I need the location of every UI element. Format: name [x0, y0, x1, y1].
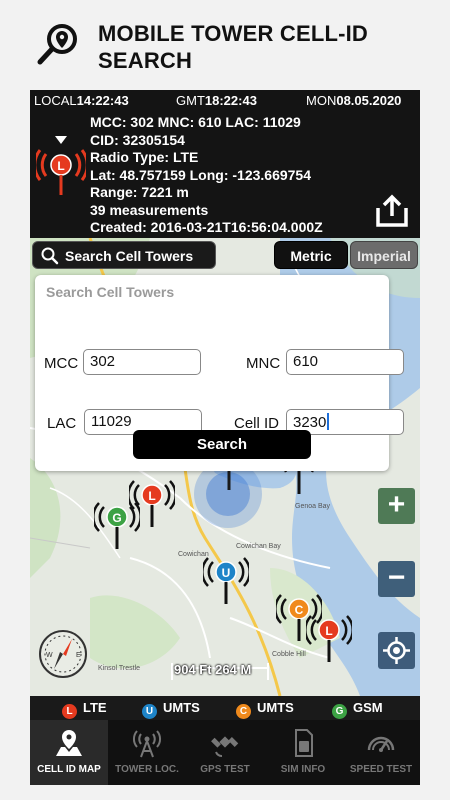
mnc-field[interactable]: 610 — [286, 349, 404, 375]
zoom-in-button[interactable]: + — [378, 488, 415, 524]
mnc-label: MNC — [246, 355, 281, 372]
range: Range: 7221 m — [90, 184, 189, 200]
gmt-time: GMT18:22:43 — [176, 93, 257, 108]
satellite-icon — [211, 736, 239, 757]
legend-item-umts-c: C UMTS — [236, 700, 294, 719]
created: Created: 2016-03-21T16:56:04.000Z — [90, 219, 323, 235]
bottom-tab-bar: CELL ID MAP TOWER LOC. GPS TEST SIM INFO… — [30, 720, 420, 785]
cid: CID: 32305154 — [90, 131, 185, 148]
speedometer-icon — [367, 736, 395, 752]
svg-text:C: C — [295, 603, 304, 617]
svg-text:L: L — [325, 624, 332, 638]
cellid-value: 3230 — [293, 414, 327, 431]
svg-text:W: W — [46, 652, 53, 659]
map-pin-icon — [56, 730, 82, 756]
page-title: MOBILE TOWER CELL-ID SEARCH — [98, 20, 368, 74]
search-form-card: Search Cell Towers MCC 302 MNC 610 LAC 1… — [35, 275, 404, 471]
crosshair-icon — [383, 637, 410, 664]
legend-label-umts-c: UMTS — [257, 700, 294, 715]
mcc-label: MCC — [44, 355, 79, 372]
locate-button[interactable] — [378, 632, 415, 669]
tab-gps-test[interactable]: GPS TEST — [186, 720, 264, 785]
tab-tower-loc[interactable]: TOWER LOC. — [108, 720, 186, 785]
radio-type: Radio Type: LTE — [90, 149, 199, 165]
tower-legend: L LTE U UMTS C UMTS G GSM — [30, 696, 420, 720]
page-header: MOBILE TOWER CELL-ID SEARCH — [0, 0, 450, 90]
metric-toggle[interactable]: Metric — [274, 241, 348, 269]
search-submit-button[interactable]: Search — [133, 430, 311, 459]
text-caret — [327, 413, 330, 430]
lac-label: LAC — [47, 415, 77, 432]
tab-label-cell-id-map: CELL ID MAP — [37, 764, 101, 775]
scale-label: 904 Ft 264 M — [174, 662, 252, 677]
umts-u-badge-icon: U — [142, 704, 157, 719]
search-icon — [41, 247, 59, 265]
place-label-kinsol: Kinsol Trestle — [98, 665, 140, 672]
place-label-cobble-hill: Cobble Hill — [272, 651, 306, 658]
search-cell-towers-button[interactable]: Search Cell Towers — [32, 241, 216, 269]
legend-item-lte: L LTE — [62, 700, 107, 719]
date: MON08.05.2020 — [306, 93, 402, 108]
sim-card-icon — [295, 729, 313, 757]
search-form-heading: Search Cell Towers — [46, 284, 175, 300]
tab-cell-id-map[interactable]: CELL ID MAP — [30, 720, 108, 785]
zoom-out-button[interactable]: − — [378, 561, 415, 597]
tower-marker-lte-2[interactable]: L — [306, 608, 352, 664]
tower-icon — [133, 730, 161, 758]
svg-text:U: U — [222, 566, 231, 580]
tab-label-sim-info: SIM INFO — [280, 764, 326, 775]
cell-info-text: MCC: 302 MNC: 610 LAC: 11029 CID: 323051… — [90, 114, 323, 237]
tower-marker-lte-1[interactable]: L — [129, 473, 175, 529]
svg-text:E: E — [76, 652, 81, 659]
map-view[interactable]: Genoa Bay Cowichan Cowichan Bay Cobble H… — [30, 238, 420, 696]
compass-icon[interactable]: W E — [38, 629, 88, 679]
tab-label-tower-loc: TOWER LOC. — [115, 764, 179, 775]
location-search-icon — [37, 24, 77, 65]
tower-marker-umts-u[interactable]: U — [203, 550, 249, 606]
legend-label-umts-u: UMTS — [163, 700, 200, 715]
phone-screen: LOCAL14:22:43 GMT18:22:43 MON08.05.2020 … — [30, 90, 420, 785]
tab-speed-test[interactable]: SPEED TEST — [342, 720, 420, 785]
lte-badge-icon: L — [62, 704, 77, 719]
legend-item-gsm: G GSM — [332, 700, 383, 719]
page-title-line1: MOBILE TOWER CELL-ID — [98, 21, 369, 46]
svg-text:L: L — [148, 489, 155, 503]
mcc-field[interactable]: 302 — [83, 349, 201, 375]
svg-text:G: G — [112, 511, 121, 525]
measurements: 39 measurements — [90, 201, 209, 218]
cell-info-panel: LOCAL14:22:43 GMT18:22:43 MON08.05.2020 … — [30, 90, 420, 238]
local-time: LOCAL14:22:43 — [34, 93, 129, 108]
map-scale: 904 Ft 264 M — [170, 661, 270, 681]
place-label-genoa-bay: Genoa Bay — [295, 503, 331, 510]
gsm-badge-icon: G — [332, 704, 347, 719]
share-icon[interactable] — [374, 194, 410, 228]
time-bar: LOCAL14:22:43 GMT18:22:43 MON08.05.2020 — [30, 90, 420, 110]
tab-sim-info[interactable]: SIM INFO — [264, 720, 342, 785]
lte-tower-icon: L — [36, 136, 86, 195]
imperial-toggle[interactable]: Imperial — [350, 241, 418, 269]
legend-label-lte: LTE — [83, 700, 107, 715]
tab-label-gps-test: GPS TEST — [200, 764, 250, 775]
search-cell-towers-label: Search Cell Towers — [65, 248, 194, 264]
lat-long: Lat: 48.757159 Long: -123.669754 — [90, 166, 312, 183]
legend-item-umts-u: U UMTS — [142, 700, 200, 719]
place-label-cowichan-bay: Cowichan Bay — [236, 543, 281, 550]
legend-label-gsm: GSM — [353, 700, 383, 715]
tab-label-speed-test: SPEED TEST — [349, 764, 413, 775]
umts-c-badge-icon: C — [236, 704, 251, 719]
mcc-mnc-lac: MCC: 302 MNC: 610 LAC: 11029 — [90, 114, 301, 130]
svg-text:L: L — [57, 159, 64, 173]
page-title-line2: SEARCH — [98, 48, 193, 73]
